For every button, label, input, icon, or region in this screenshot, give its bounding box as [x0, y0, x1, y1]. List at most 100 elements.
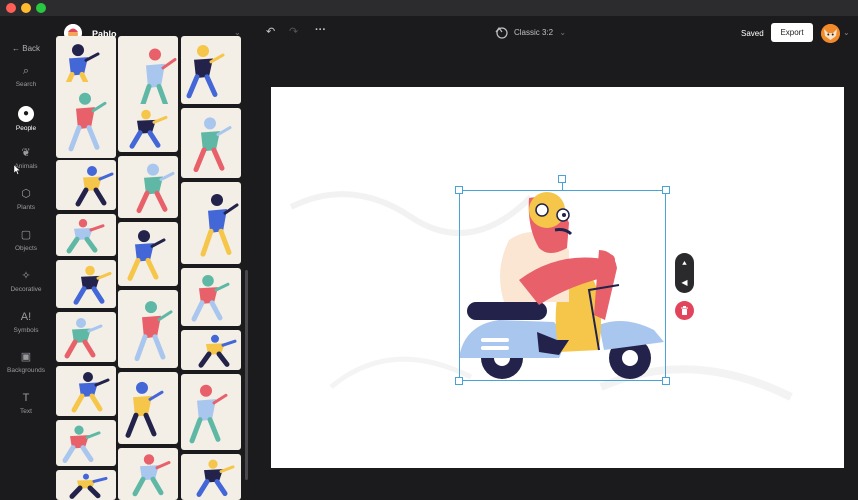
- illustration-thumbnail[interactable]: [181, 330, 241, 370]
- illustration-thumbnail[interactable]: [118, 290, 178, 368]
- flip-vertical-icon[interactable]: ⯅: [679, 258, 690, 269]
- illustration-thumbnail[interactable]: [56, 160, 116, 210]
- category-sidebar: ← Back ⌕ Search ● People ❦ Animals ⬡ Plants ▢ Obj…: [0, 16, 52, 500]
- image-icon: ▣: [20, 351, 32, 363]
- resize-handle-top-left[interactable]: [455, 186, 463, 194]
- mouse-cursor-icon: [14, 165, 20, 175]
- illustration-thumbnail[interactable]: [181, 182, 241, 264]
- sparkle-icon: ✧: [21, 270, 31, 282]
- resize-handle-bottom-left[interactable]: [455, 377, 463, 385]
- sidebar-item-label: Symbols: [13, 327, 39, 334]
- person-illustration-icon: [62, 425, 101, 463]
- user-avatar[interactable]: [821, 24, 840, 43]
- minimize-window-button[interactable]: [21, 3, 31, 13]
- back-arrow-icon: ←: [12, 44, 20, 53]
- person-illustration-icon: [129, 109, 168, 149]
- zoom-window-button[interactable]: [36, 3, 46, 13]
- person-illustration-icon: [127, 230, 166, 281]
- delete-button[interactable]: [675, 301, 694, 320]
- illustration-thumbnail[interactable]: [118, 156, 178, 218]
- person-illustration-icon: [75, 166, 114, 207]
- illustration-thumbnail[interactable]: [56, 82, 116, 158]
- resize-canvas-icon: [495, 27, 508, 39]
- illustration-thumbnail[interactable]: [56, 470, 116, 500]
- person-illustration-icon: [71, 372, 110, 413]
- rotate-handle-connector: [562, 183, 563, 190]
- person-illustration-icon: [198, 334, 237, 368]
- person-illustration-icon: [64, 318, 103, 359]
- close-window-button[interactable]: [6, 3, 16, 13]
- illustration-thumbnail[interactable]: [181, 108, 241, 178]
- sidebar-item-symbols[interactable]: A! Symbols: [0, 310, 52, 334]
- illustration-thumbnail[interactable]: [181, 374, 241, 450]
- sidebar-item-label: Backgrounds: [7, 367, 45, 374]
- undo-icon[interactable]: ↶: [266, 27, 275, 38]
- illustration-thumbnail[interactable]: [118, 448, 178, 500]
- person-illustration-icon: [189, 384, 228, 444]
- illustration-thumbnail[interactable]: [56, 366, 116, 416]
- illustration-thumbnail[interactable]: [181, 268, 241, 326]
- person-illustration-icon: [186, 44, 225, 99]
- person-illustration-icon: [191, 274, 230, 322]
- more-options-icon[interactable]: ···: [315, 25, 326, 36]
- search-icon: ⌕: [22, 65, 30, 77]
- sidebar-item-label: Objects: [14, 245, 38, 252]
- sidebar-item-animals[interactable]: ❦ Animals: [0, 146, 52, 170]
- paw-icon: ❦: [21, 147, 31, 159]
- objects-icon: ▢: [20, 229, 32, 241]
- sidebar-item-objects[interactable]: ▢ Objects: [0, 228, 52, 252]
- editor-toolbar: ↶ ↷ ··· Classic 3:2 ⌄ Saved Export ⌄: [252, 16, 858, 50]
- chevron-down-icon[interactable]: ⌄: [843, 28, 850, 37]
- person-illustration-icon: [196, 459, 235, 497]
- illustration-thumbnail[interactable]: [56, 214, 116, 256]
- selection-box: [459, 190, 666, 381]
- text-icon: T: [22, 392, 30, 404]
- illustration-thumbnail[interactable]: [56, 260, 116, 308]
- person-illustration-icon: [193, 117, 232, 173]
- panel-scrollbar[interactable]: [245, 270, 248, 480]
- sidebar-item-backgrounds[interactable]: ▣ Backgrounds: [0, 350, 52, 374]
- back-button[interactable]: ← Back: [12, 44, 40, 53]
- illustration-thumbnail[interactable]: [56, 420, 116, 466]
- rotate-handle[interactable]: [558, 175, 566, 183]
- canvas-size-label: Classic 3:2: [514, 28, 554, 37]
- illustration-thumbnail[interactable]: [181, 36, 241, 104]
- sidebar-item-decorative[interactable]: ✧ Decorative: [0, 269, 52, 293]
- sidebar-item-people[interactable]: ● People: [0, 106, 52, 132]
- illustration-panel: Pablo ⌄: [52, 16, 252, 500]
- sidebar-item-label: Decorative: [10, 286, 42, 293]
- back-label: Back: [22, 44, 41, 53]
- person-illustration-icon: [66, 219, 105, 254]
- resize-handle-bottom-right[interactable]: [662, 377, 670, 385]
- sidebar-item-label: Text: [20, 408, 32, 415]
- person-illustration-icon: [134, 301, 173, 362]
- sidebar-item-label: People: [15, 125, 37, 132]
- person-illustration-icon: [136, 163, 175, 214]
- person-illustration-icon: [73, 265, 112, 305]
- person-illustration-icon: [125, 381, 164, 438]
- plant-icon: ⬡: [21, 188, 31, 200]
- sidebar-item-text[interactable]: T Text: [0, 391, 52, 415]
- window-titlebar: [0, 0, 858, 16]
- sidebar-item-label: Search: [15, 81, 37, 88]
- trash-icon: [681, 306, 688, 315]
- resize-handle-top-right[interactable]: [662, 186, 670, 194]
- illustration-thumbnail[interactable]: [118, 372, 178, 444]
- flip-horizontal-icon[interactable]: ◀: [679, 277, 690, 288]
- illustration-thumbnail[interactable]: [118, 104, 178, 152]
- sidebar-item-plants[interactable]: ⬡ Plants: [0, 187, 52, 211]
- person-illustration-icon: [132, 454, 171, 497]
- save-status: Saved: [741, 29, 764, 38]
- selection-toolbar: ⯅ ◀: [675, 253, 694, 293]
- illustration-thumbnail[interactable]: [56, 312, 116, 362]
- illustration-thumbnail[interactable]: [181, 454, 241, 500]
- redo-icon[interactable]: ↷: [289, 27, 298, 38]
- sidebar-item-label: Plants: [16, 204, 36, 211]
- sidebar-item-search[interactable]: ⌕ Search: [0, 64, 52, 88]
- chevron-down-icon: ⌄: [559, 28, 567, 37]
- person-icon: ●: [18, 106, 34, 122]
- canvas-size-selector[interactable]: Classic 3:2 ⌄: [514, 28, 566, 37]
- person-illustration-icon: [68, 92, 107, 152]
- illustration-thumbnail[interactable]: [118, 222, 178, 286]
- export-button[interactable]: Export: [771, 23, 813, 42]
